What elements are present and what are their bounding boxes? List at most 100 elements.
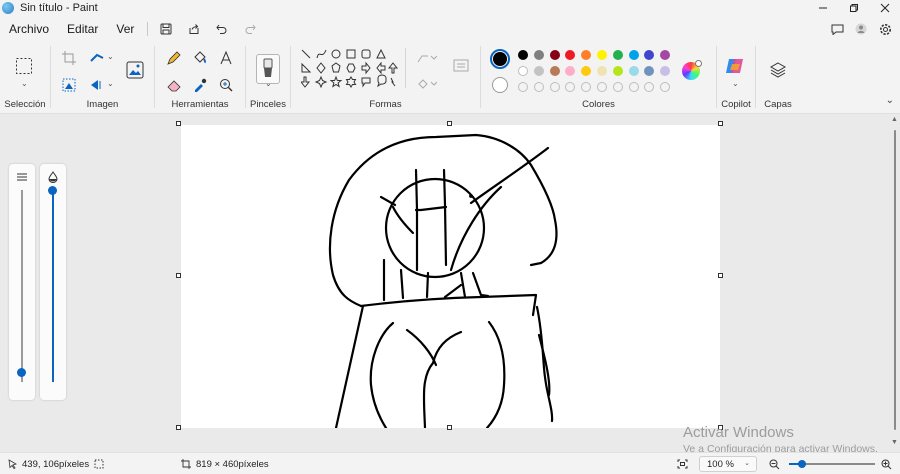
color-swatch[interactable] (549, 66, 560, 76)
opacity-slider-thumb[interactable] (48, 186, 57, 195)
empty-color-swatch[interactable] (549, 82, 560, 92)
menu-ver[interactable]: Ver (107, 22, 143, 36)
zoom-slider[interactable] (789, 460, 875, 468)
color-swatch[interactable] (518, 50, 528, 60)
color-swatch[interactable] (565, 66, 576, 76)
brush-icon (263, 58, 273, 77)
empty-color-swatch[interactable] (581, 82, 592, 92)
primary-color-button[interactable] (490, 49, 510, 69)
size-slider-track[interactable] (21, 190, 23, 382)
colors-group-label: Colores (582, 99, 615, 110)
hexagon-icon (346, 63, 356, 73)
edit-colors-button[interactable] (682, 60, 702, 80)
copilot-button[interactable] (725, 56, 745, 76)
empty-color-swatch[interactable] (612, 82, 623, 92)
pencil-button[interactable] (164, 48, 184, 68)
background-removal-button[interactable] (59, 75, 79, 95)
fit-to-window-icon (677, 459, 688, 469)
color-swatch[interactable] (581, 66, 592, 76)
copilot-chevron-icon[interactable]: ⌄ (732, 79, 739, 88)
color-swatch[interactable] (644, 66, 655, 76)
drawing-canvas[interactable] (181, 125, 720, 430)
collapse-ribbon-icon[interactable]: ⌄ (886, 95, 894, 106)
layers-button[interactable] (768, 60, 788, 80)
shapes-gallery[interactable] (301, 49, 407, 99)
share-button[interactable] (180, 17, 208, 41)
color-swatch[interactable] (612, 50, 623, 60)
canvas-resize-handle[interactable] (718, 273, 723, 278)
account-button[interactable] (852, 20, 870, 38)
menu-editar[interactable]: Editar (58, 22, 107, 36)
text-button[interactable] (216, 48, 236, 68)
undo-button[interactable] (208, 17, 236, 41)
fill-button[interactable] (190, 48, 210, 68)
empty-color-swatch[interactable] (644, 82, 655, 92)
color-swatch[interactable] (660, 66, 671, 76)
secondary-color-button[interactable] (492, 77, 508, 93)
color-swatch[interactable] (581, 50, 592, 60)
zoom-slider-thumb[interactable] (798, 460, 806, 468)
canvas-resize-handle[interactable] (447, 121, 452, 126)
empty-color-swatch[interactable] (533, 82, 544, 92)
flip-chevron-icon[interactable]: ⌄ (107, 79, 114, 88)
redo-button[interactable] (236, 17, 264, 41)
opacity-slider-track[interactable] (52, 190, 54, 382)
minimize-button[interactable] (807, 0, 838, 16)
color-swatch[interactable] (597, 50, 607, 60)
menu-archivo[interactable]: Archivo (0, 22, 58, 36)
close-button[interactable] (869, 0, 900, 16)
scroll-down-icon[interactable]: ▼ (891, 439, 898, 446)
image-group-label: Imagen (86, 99, 119, 110)
canvas-resize-handle[interactable] (176, 425, 181, 430)
color-swatch[interactable] (660, 50, 671, 60)
color-swatch[interactable] (628, 50, 639, 60)
resize-chevron-icon[interactable]: ⌄ (107, 52, 114, 61)
eraser-button[interactable] (164, 75, 184, 95)
color-swatch[interactable] (565, 50, 576, 60)
color-swatch[interactable] (533, 66, 544, 76)
zoom-out-button[interactable] (769, 453, 780, 474)
resize-button[interactable] (87, 48, 107, 68)
color-swatch[interactable] (597, 66, 607, 76)
zoom-select[interactable]: 100 % ⌄ (699, 456, 757, 472)
scroll-up-icon[interactable]: ▲ (891, 116, 898, 123)
save-button[interactable] (152, 17, 180, 41)
crop-button[interactable] (59, 48, 79, 68)
shape-fill-button[interactable] (413, 74, 441, 94)
flip-button[interactable] (87, 75, 107, 95)
canvas-resize-handle[interactable] (718, 121, 723, 126)
empty-color-swatch[interactable] (565, 82, 576, 92)
canvas-resize-handle[interactable] (176, 273, 181, 278)
restore-button[interactable] (838, 0, 869, 16)
empty-color-swatch[interactable] (628, 82, 639, 92)
feedback-button[interactable] (828, 20, 846, 38)
minimize-icon (818, 7, 827, 9)
canvas-resize-handle[interactable] (176, 121, 181, 126)
empty-color-swatch[interactable] (518, 82, 528, 92)
scrollbar-thumb[interactable] (894, 130, 896, 430)
color-swatch[interactable] (518, 66, 528, 76)
magnifier-button[interactable] (216, 75, 236, 95)
shape-style-button[interactable] (451, 56, 471, 76)
color-swatch[interactable] (644, 50, 655, 60)
zoom-in-button[interactable] (881, 453, 892, 474)
image-editor-button[interactable] (125, 60, 145, 80)
vertical-scrollbar[interactable]: ▲ ▼ (891, 114, 898, 452)
color-picker-button[interactable] (190, 75, 210, 95)
color-swatch[interactable] (612, 66, 623, 76)
canvas-resize-handle[interactable] (447, 425, 452, 430)
fit-to-window-button[interactable] (677, 453, 688, 474)
outline-button[interactable] (413, 48, 441, 68)
background-removal-icon (62, 78, 76, 92)
empty-color-swatch[interactable] (660, 82, 671, 92)
brush-chevron-icon[interactable]: ⌄ (265, 79, 272, 88)
settings-button[interactable] (876, 20, 894, 38)
menu-separator (147, 22, 149, 36)
size-slider-thumb[interactable] (17, 368, 26, 378)
select-button[interactable] (14, 56, 34, 76)
select-chevron-icon[interactable]: ⌄ (21, 79, 28, 88)
color-swatch[interactable] (549, 50, 560, 60)
color-swatch[interactable] (628, 66, 639, 76)
empty-color-swatch[interactable] (597, 82, 607, 92)
color-swatch[interactable] (533, 50, 544, 60)
